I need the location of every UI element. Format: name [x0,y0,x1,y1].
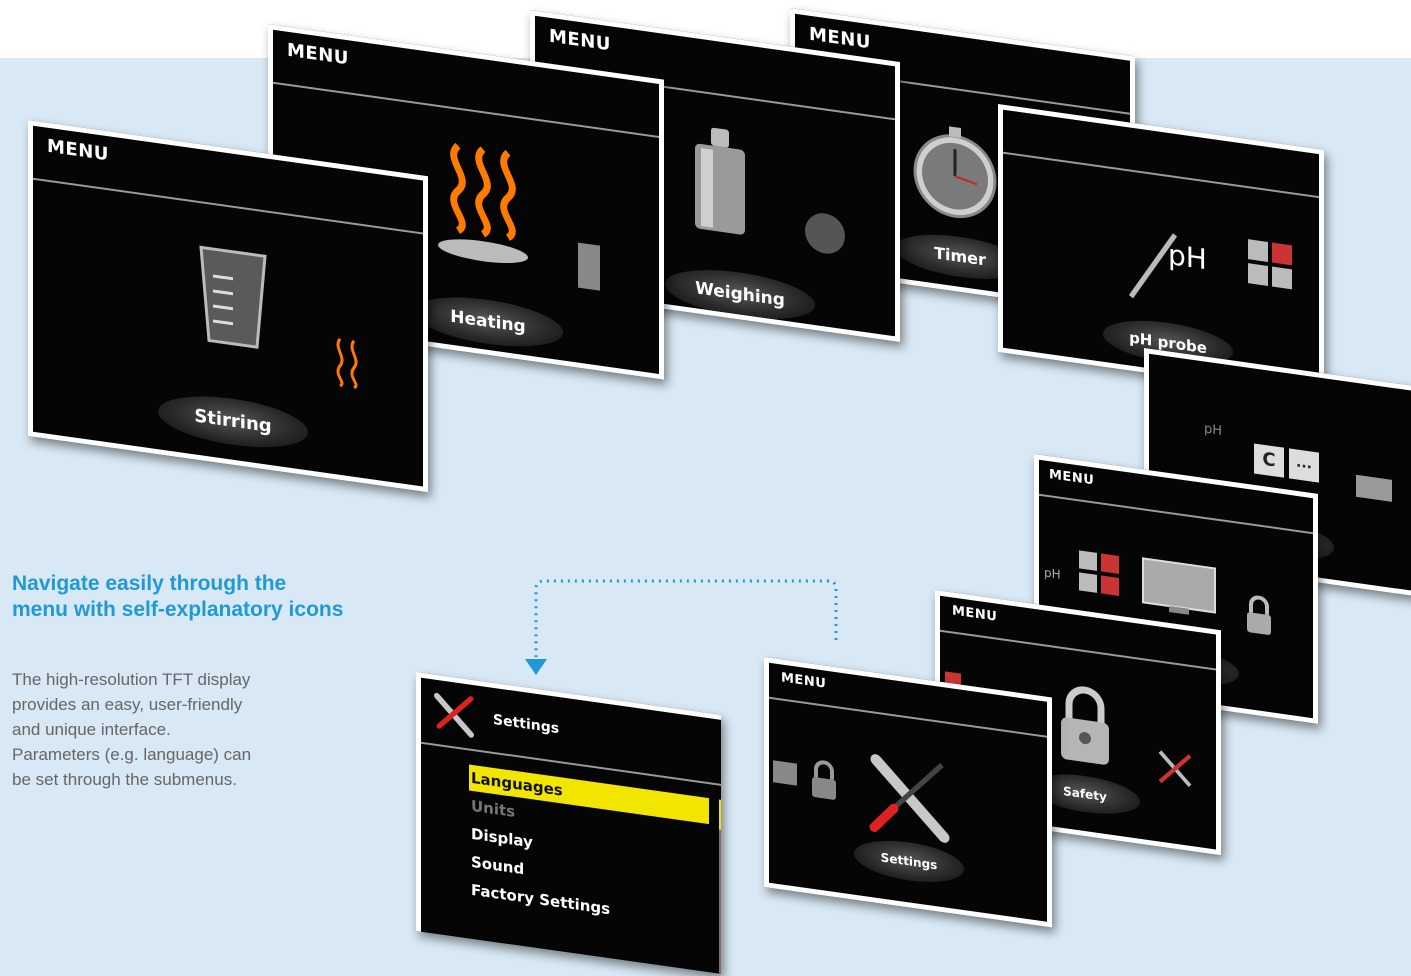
settings-item-units[interactable]: Units [471,797,515,821]
description-line-4: Parameters (e.g. language) can [12,745,252,764]
mode-keys-icon [1248,239,1298,296]
screen-stirring: MENU Stirring [28,120,428,493]
heat-waves-icon [438,142,528,264]
beaker-icon [199,245,267,349]
menu-divider [33,177,423,235]
wrench-screwdriver-icon [869,754,950,843]
headline: Navigate easily through the menu with se… [12,571,432,623]
padlock-icon [1247,595,1271,635]
weight-icon [695,127,745,235]
description-line-3: and unique interface. [12,720,171,739]
description: The high-resolution TFT display provides… [12,667,342,792]
screen-settings-submenu: Settings Languages Units Display Sound F… [416,672,721,974]
monitor-icon [1356,474,1392,502]
description-line-1: The high-resolution TFT display [12,670,251,689]
monitor-icon [773,760,797,786]
padlock-icon [812,760,836,800]
settings-item-factory-settings[interactable]: Factory Settings [471,881,610,919]
menu-title: MENU [287,39,349,70]
description-line-5: be set through the submenus. [12,770,237,789]
ph-text: pH [1168,237,1207,277]
key-more: ... [1289,448,1319,483]
wrench-screwdriver-icon [1158,750,1192,788]
menu-title: MENU [952,603,998,625]
description-line-2: provides an easy, user-friendly [12,695,243,714]
screen-settings-menu: MENU Settings [764,657,1052,928]
key-c: C [1254,443,1284,478]
wrench-screwdriver-icon [434,692,474,738]
ph-text: pH [1204,421,1223,439]
menu-divider [1039,493,1313,535]
menu-title: MENU [1049,467,1095,489]
dotted-arrow [525,579,838,675]
stopwatch-icon [805,213,845,254]
menu-divider [1003,151,1319,199]
menu-title: MENU [47,135,109,166]
menu-divider [769,696,1047,738]
monitor-icon [1142,557,1216,615]
settings-item-sound[interactable]: Sound [471,853,524,878]
heating-label[interactable]: Heating [413,289,563,355]
menu-divider [273,81,659,138]
heat-waves-icon [336,337,358,390]
menu-title: MENU [809,23,871,54]
stopwatch-icon [913,126,997,219]
ph-text: pH [1044,565,1061,582]
headline-line-2: menu with self-explanatory icons [12,598,344,621]
settings-item-display[interactable]: Display [471,825,533,852]
menu-title: MENU [549,25,611,56]
padlock-icon [1061,686,1109,765]
weight-icon [578,242,600,291]
settings-scrollbar-thumb[interactable] [719,799,721,831]
headline-line-1: Navigate easily through the [12,572,287,595]
mode-keys-icon [1079,550,1121,598]
stirring-label[interactable]: Stirring [158,388,308,456]
menu-divider [940,629,1216,671]
settings-submenu-title: Settings [493,711,560,738]
